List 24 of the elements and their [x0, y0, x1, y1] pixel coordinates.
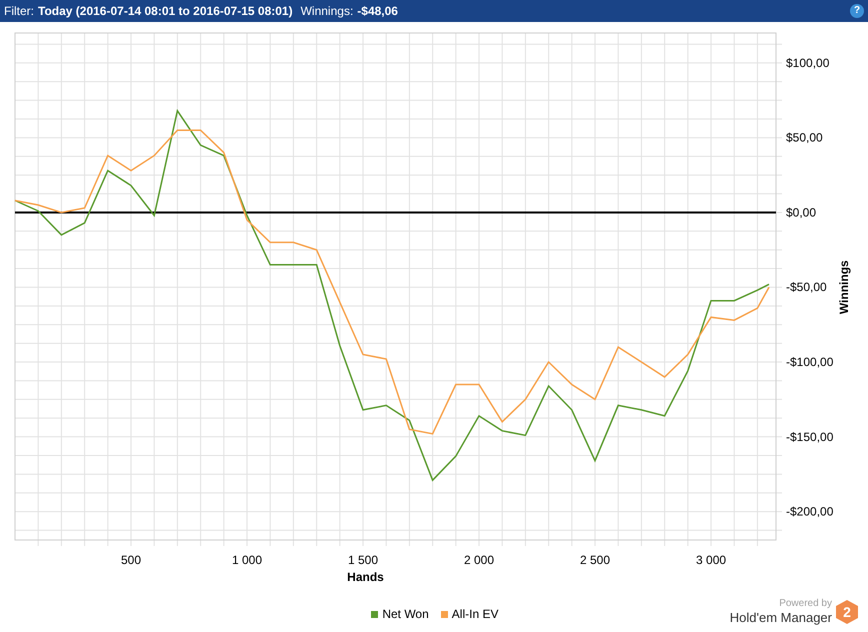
- help-button[interactable]: ?: [850, 4, 864, 18]
- x-tick-label: 2 000: [464, 553, 494, 567]
- y-tick-label: $50,00: [786, 130, 823, 145]
- x-tick-label: 1 000: [232, 553, 262, 567]
- filter-label: Filter:: [4, 3, 34, 20]
- y-axis-title: Winnings: [837, 260, 851, 314]
- winnings-value: -$48,06: [357, 3, 398, 20]
- y-tick-label: -$100,00: [786, 355, 834, 370]
- y-tick-label: -$150,00: [786, 430, 834, 444]
- x-tick-label: 3 000: [696, 553, 726, 567]
- x-tick-label: 1 500: [348, 553, 378, 567]
- winnings-label: Winnings:: [300, 3, 354, 20]
- legend-label: All-In EV: [452, 606, 498, 623]
- y-tick-label: -$50,00: [786, 280, 827, 294]
- y-tick-label: -$200,00: [786, 504, 834, 519]
- x-tick-label: 500: [121, 553, 142, 567]
- y-tick-label: $100,00: [786, 56, 830, 70]
- filter-value: Today (2016-07-14 08:01 to 2016-07-15 08:01): [38, 3, 293, 20]
- y-tick-label: $0,00: [786, 205, 816, 220]
- powered-by-text: Powered by: [779, 599, 832, 609]
- product-name: Hold'em Manager: [730, 611, 832, 624]
- x-axis-title: Hands: [347, 570, 384, 584]
- x-tick-label: 2 500: [580, 553, 610, 567]
- legend-label: Net Won: [382, 606, 429, 623]
